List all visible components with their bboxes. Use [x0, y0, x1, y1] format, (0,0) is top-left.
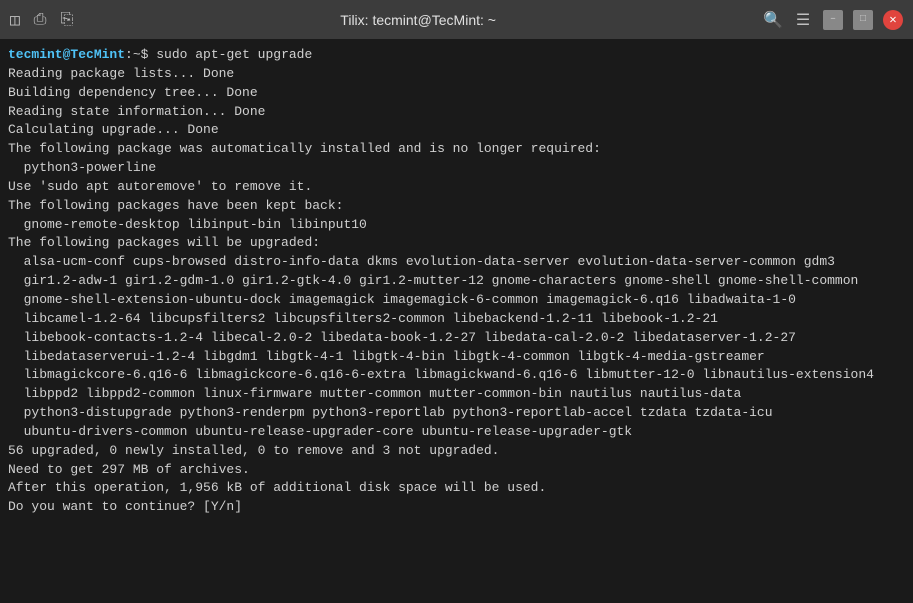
terminal-icon1[interactable]: ◫: [10, 10, 20, 30]
terminal-icon2[interactable]: ⎙: [34, 11, 47, 29]
prompt-user: tecmint@TecMint: [8, 47, 125, 62]
search-icon[interactable]: 🔍: [763, 10, 783, 30]
menu-icon[interactable]: ☰: [793, 10, 813, 30]
command-text: sudo apt-get upgrade: [156, 47, 312, 62]
close-icon[interactable]: ✕: [883, 10, 903, 30]
terminal-area[interactable]: tecmint@TecMint:~$ sudo apt-get upgrade …: [0, 40, 913, 603]
window-title: Tilix: tecmint@TecMint: ~: [73, 12, 763, 28]
titlebar-left-icons: ◫ ⎙ ⎘: [10, 10, 73, 30]
minimize-icon[interactable]: –: [823, 10, 843, 30]
terminal-icon3[interactable]: ⎘: [60, 11, 73, 29]
terminal-output: Reading package lists... Done Building d…: [8, 66, 874, 514]
maximize-icon[interactable]: □: [853, 10, 873, 30]
prompt-dollar: :~$: [125, 47, 156, 62]
titlebar: ◫ ⎙ ⎘ Tilix: tecmint@TecMint: ~ 🔍 ☰ – □ …: [0, 0, 913, 40]
titlebar-right-icons: 🔍 ☰ – □ ✕: [763, 10, 903, 30]
